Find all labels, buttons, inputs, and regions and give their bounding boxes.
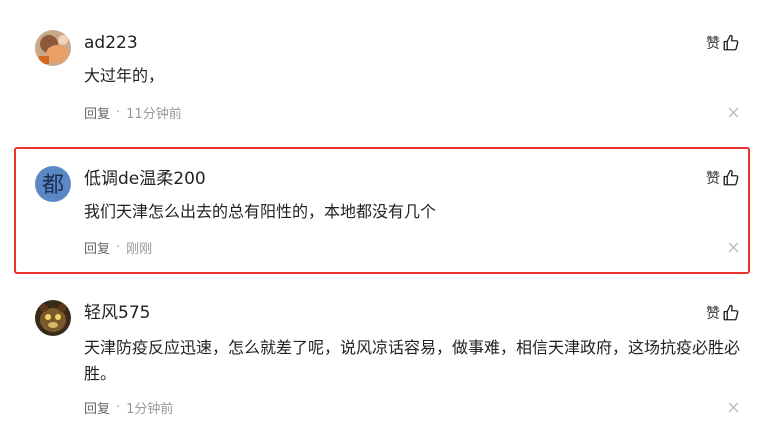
reply-button[interactable]: 回复 [84,103,110,122]
avatar-calligraphy-icon: 都 [35,166,71,202]
like-button[interactable]: 赞 [706,168,740,188]
comment-item: 轻风575 赞 天津防疫反应迅速，怎么就差了呢，说风凉话容易，做事难，相信天津政… [0,280,765,444]
comment-meta: 回复 · 1分钟前 [84,398,174,417]
avatar-glyph: 都 [42,173,64,198]
avatar[interactable] [35,300,71,336]
like-button[interactable]: 赞 [706,33,740,53]
close-icon[interactable] [728,107,739,118]
comment-text: 大过年的， [84,66,165,85]
thumbs-up-icon [723,304,739,321]
like-label: 赞 [706,171,720,187]
separator-dot: · [116,239,121,255]
separator-dot: · [116,399,121,415]
avatar[interactable]: 都 [35,166,71,202]
avatar[interactable] [35,30,71,66]
username[interactable]: 低调de温柔200 [84,169,206,189]
thumbs-up-icon [723,34,739,51]
reply-button[interactable]: 回复 [84,398,110,417]
username[interactable]: ad223 [84,33,138,53]
thumbs-up-icon [723,169,739,186]
like-button[interactable]: 赞 [706,303,740,323]
reply-button[interactable]: 回复 [84,238,110,257]
like-label: 赞 [706,306,720,322]
username[interactable]: 轻风575 [84,303,150,323]
comment-meta: 回复 · 11分钟前 [84,103,182,122]
avatar-photo-icon [35,300,71,336]
comment-time: 刚刚 [126,241,153,257]
avatar-photo-icon [35,30,71,66]
comment-meta: 回复 · 刚刚 [84,238,153,257]
comment-item: ad223 赞 大过年的， 回复 · 11分钟前 [0,0,765,140]
comment-text: 我们天津怎么出去的总有阳性的，本地都没有几个 [84,202,437,221]
comment-time: 1分钟前 [126,401,174,417]
like-label: 赞 [706,36,720,52]
comment-text: 天津防疫反应迅速，怎么就差了呢，说风凉话容易，做事难，相信天津政府，这场抗疫必胜… [84,338,741,383]
comment-time: 11分钟前 [126,106,182,122]
close-icon[interactable] [728,242,739,253]
separator-dot: · [116,104,121,120]
close-icon[interactable] [728,402,739,413]
comment-item: 都 低调de温柔200 赞 我们天津怎么出去的总有阳性的，本地都没有几个 回复 … [0,140,765,280]
